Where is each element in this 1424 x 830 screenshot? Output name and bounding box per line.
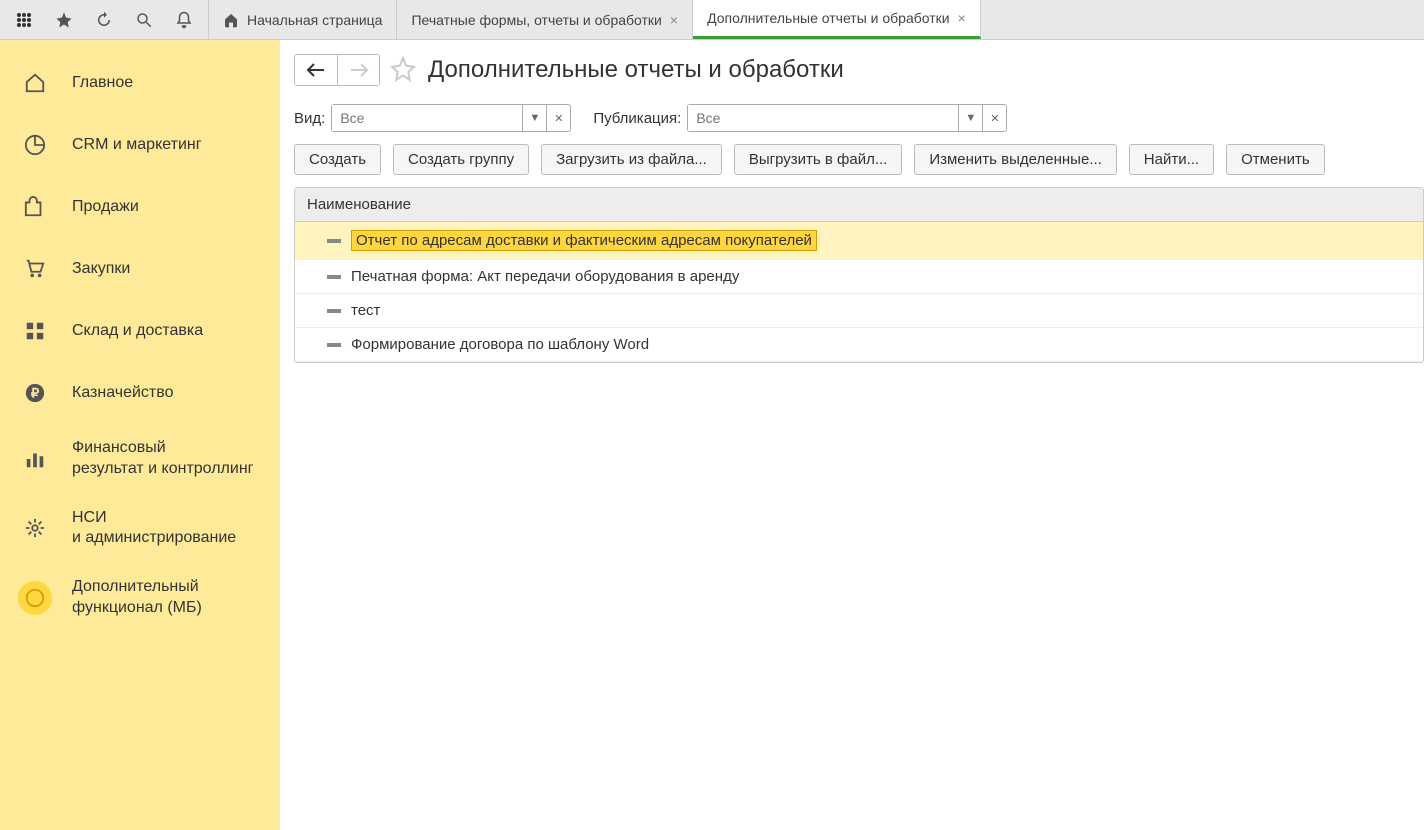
top-toolbar: Начальная страница Печатные формы, отчеты… <box>0 0 1424 40</box>
sidebar-item-label: Главное <box>72 73 262 94</box>
list-body: Отчет по адресам доставки и фактическим … <box>295 222 1423 362</box>
favorite-star-icon[interactable] <box>390 56 418 84</box>
kind-filter-combo: ▼ ✕ <box>331 104 571 132</box>
grid-icon <box>18 314 52 348</box>
home-icon <box>223 12 239 28</box>
tab-2[interactable]: Дополнительные отчеты и обработки × <box>693 0 981 39</box>
pub-filter-combo: ▼ ✕ <box>687 104 1007 132</box>
row-text: Отчет по адресам доставки и фактическим … <box>351 230 817 251</box>
tab-label: Печатные формы, отчеты и обработки <box>411 12 661 28</box>
kind-filter-label: Вид: <box>294 110 325 127</box>
sidebar-item-label: Продажи <box>72 197 262 218</box>
list-column-header[interactable]: Наименование <box>295 188 1423 222</box>
list-row[interactable]: Печатная форма: Акт передачи оборудовани… <box>295 260 1423 294</box>
kind-dropdown-icon[interactable]: ▼ <box>522 105 546 131</box>
sidebar-item-5[interactable]: ₽ Казначейство <box>0 362 280 424</box>
chart-icon <box>18 442 52 476</box>
search-icon[interactable] <box>126 2 162 38</box>
list-container: Наименование Отчет по адресам доставки и… <box>294 187 1424 363</box>
create-button[interactable]: Создать <box>294 144 381 175</box>
list-row[interactable]: Формирование договора по шаблону Word <box>295 328 1423 362</box>
row-text: Печатная форма: Акт передачи оборудовани… <box>351 268 739 285</box>
item-icon <box>327 343 341 347</box>
sidebar-item-8[interactable]: Дополнительныйфункционал (МБ) <box>0 563 280 633</box>
main-layout: Главное CRM и маркетинг Продажи Закупки Скла… <box>0 40 1424 830</box>
close-icon[interactable]: × <box>958 10 966 26</box>
pub-dropdown-icon[interactable]: ▼ <box>958 105 982 131</box>
history-icon[interactable] <box>86 2 122 38</box>
sidebar-item-0[interactable]: Главное <box>0 52 280 114</box>
sidebar-item-label: Дополнительныйфункционал (МБ) <box>72 577 262 619</box>
sidebar-item-label: Финансовыйрезультат и контроллинг <box>72 438 262 480</box>
sidebar-item-label: Казначейство <box>72 383 262 404</box>
sidebar-item-7[interactable]: НСИи администрирование <box>0 494 280 564</box>
gear-icon <box>18 511 52 545</box>
nav-history-buttons <box>294 54 380 86</box>
kind-clear-icon[interactable]: ✕ <box>546 105 570 131</box>
content-area: Дополнительные отчеты и обработки Вид: ▼… <box>280 40 1424 830</box>
content-header: Дополнительные отчеты и обработки <box>294 54 1424 86</box>
edit-selected-button[interactable]: Изменить выделенные... <box>914 144 1116 175</box>
sidebar: Главное CRM и маркетинг Продажи Закупки Скла… <box>0 40 280 830</box>
star-icon[interactable] <box>46 2 82 38</box>
sidebar-item-3[interactable]: Закупки <box>0 238 280 300</box>
item-icon <box>327 309 341 313</box>
close-icon[interactable]: × <box>670 12 678 28</box>
sidebar-item-label: НСИи администрирование <box>72 508 262 550</box>
sidebar-item-6[interactable]: Финансовыйрезультат и контроллинг <box>0 424 280 494</box>
pie-icon <box>18 128 52 162</box>
toolbar-icon-group <box>0 0 209 39</box>
sidebar-item-label: Закупки <box>72 259 262 280</box>
filter-bar: Вид: ▼ ✕ Публикация: ▼ ✕ <box>294 104 1424 132</box>
apps-icon[interactable] <box>6 2 42 38</box>
load-file-button[interactable]: Загрузить из файла... <box>541 144 722 175</box>
find-button[interactable]: Найти... <box>1129 144 1214 175</box>
tab-0[interactable]: Начальная страница <box>209 0 397 39</box>
sidebar-item-label: Склад и доставка <box>72 321 262 342</box>
forward-button[interactable] <box>337 55 379 85</box>
sidebar-item-4[interactable]: Склад и доставка <box>0 300 280 362</box>
bell-icon[interactable] <box>166 2 202 38</box>
item-icon <box>327 239 341 243</box>
save-file-button[interactable]: Выгрузить в файл... <box>734 144 903 175</box>
create-group-button[interactable]: Создать группу <box>393 144 529 175</box>
sidebar-item-2[interactable]: Продажи <box>0 176 280 238</box>
home-icon <box>18 66 52 100</box>
kind-filter-input[interactable] <box>332 105 522 131</box>
page-title: Дополнительные отчеты и обработки <box>428 56 844 84</box>
list-row[interactable]: тест <box>295 294 1423 328</box>
circle-icon <box>18 581 52 615</box>
bag-icon <box>18 190 52 224</box>
sidebar-item-1[interactable]: CRM и маркетинг <box>0 114 280 176</box>
action-bar: Создать Создать группу Загрузить из файл… <box>294 144 1424 175</box>
cancel-button[interactable]: Отменить <box>1226 144 1325 175</box>
pub-filter-input[interactable] <box>688 105 958 131</box>
cart-icon <box>18 252 52 286</box>
tab-1[interactable]: Печатные формы, отчеты и обработки × <box>397 0 693 39</box>
tab-label: Начальная страница <box>247 12 382 28</box>
row-text: тест <box>351 302 380 319</box>
back-button[interactable] <box>295 55 337 85</box>
svg-text:₽: ₽ <box>31 386 40 401</box>
row-text: Формирование договора по шаблону Word <box>351 336 649 353</box>
list-row[interactable]: Отчет по адресам доставки и фактическим … <box>295 222 1423 260</box>
tab-bar: Начальная страница Печатные формы, отчеты… <box>209 0 981 39</box>
pub-clear-icon[interactable]: ✕ <box>982 105 1006 131</box>
ruble-icon: ₽ <box>18 376 52 410</box>
sidebar-item-label: CRM и маркетинг <box>72 135 262 156</box>
item-icon <box>327 275 341 279</box>
tab-label: Дополнительные отчеты и обработки <box>707 10 950 26</box>
pub-filter-label: Публикация: <box>593 110 681 127</box>
